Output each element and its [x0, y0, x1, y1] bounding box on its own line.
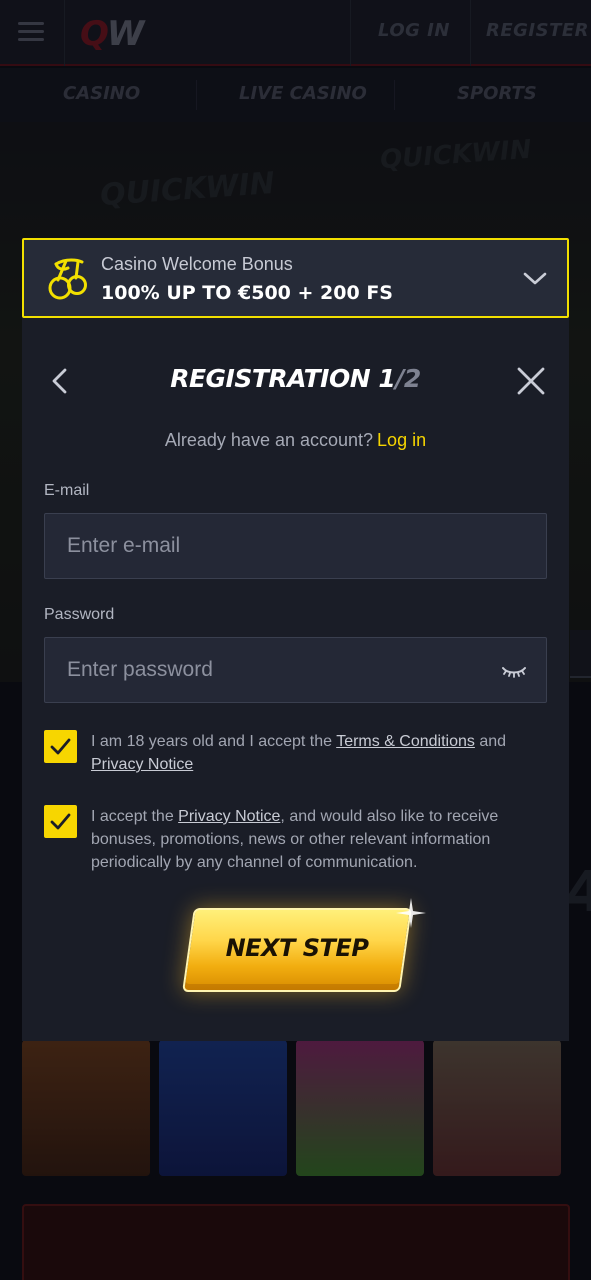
age-terms-checkbox[interactable]	[44, 730, 77, 763]
marketing-text-before: I accept the	[91, 808, 179, 825]
marketing-consent-checkbox[interactable]	[44, 805, 77, 838]
bonus-title: 100% UP TO €500 + 200 FS	[101, 282, 393, 304]
password-label: Password	[44, 606, 115, 623]
chevron-down-icon[interactable]	[522, 268, 548, 288]
close-icon[interactable]	[516, 366, 546, 396]
cherry-icon	[48, 258, 87, 300]
age-terms-text-mid: and	[474, 733, 507, 750]
checkmark-icon	[50, 738, 71, 755]
age-terms-text: I am 18 years old and I accept the Terms…	[91, 730, 531, 776]
sparkle-icon	[396, 898, 426, 928]
terms-link[interactable]: Terms & Conditions	[336, 733, 475, 750]
already-account-row: Already have an account? Log in	[22, 430, 569, 451]
welcome-bonus-selector[interactable]: Casino Welcome Bonus 100% UP TO €500 + 2…	[22, 238, 569, 318]
email-label: E-mail	[44, 482, 90, 499]
registration-modal: REGISTRATION 1/2 Already have an account…	[22, 318, 569, 1041]
age-terms-text-before: I am 18 years old and I accept the	[91, 733, 337, 750]
already-account-text: Already have an account?	[164, 430, 374, 450]
email-field-wrapper	[44, 513, 547, 579]
privacy-notice-link[interactable]: Privacy Notice	[178, 808, 280, 825]
eye-closed-icon[interactable]	[501, 662, 527, 680]
password-field[interactable]	[45, 638, 546, 702]
bonus-subtitle: Casino Welcome Bonus	[101, 254, 293, 274]
modal-title: REGISTRATION 1/2	[22, 364, 569, 393]
checkmark-icon	[50, 813, 71, 830]
next-step-label: NEXT STEP	[225, 934, 369, 962]
title-main: REGISTRATION 1	[170, 364, 396, 393]
password-field-wrapper	[44, 637, 547, 703]
next-step-button[interactable]: NEXT STEP	[182, 902, 412, 998]
title-step-total: 2	[403, 364, 421, 393]
title-slash: /	[395, 364, 404, 393]
marketing-consent-text: I accept the Privacy Notice, and would a…	[91, 805, 531, 874]
login-link[interactable]: Log in	[377, 430, 426, 450]
privacy-notice-link[interactable]: Privacy Notice	[91, 756, 193, 773]
email-field[interactable]	[45, 514, 546, 578]
